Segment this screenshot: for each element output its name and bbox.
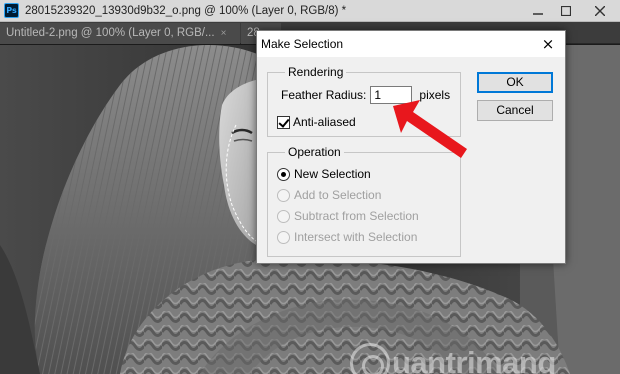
feather-radius-row: Feather Radius: pixels	[281, 86, 450, 104]
radio-label: Intersect with Selection	[294, 230, 418, 244]
watermark-icon	[350, 343, 390, 374]
maximize-icon[interactable]	[552, 0, 580, 21]
radio-subtract-from-selection[interactable]: Subtract from Selection	[277, 209, 419, 223]
dialog-close-icon[interactable]: ×	[539, 35, 557, 53]
radio-button[interactable]	[277, 188, 290, 202]
radio-button[interactable]	[277, 167, 290, 181]
photoshop-window: Ps 28015239320_13930d9b32_o.png @ 100% (…	[0, 0, 620, 374]
feather-radius-label: Feather Radius:	[281, 88, 367, 102]
radio-new-selection[interactable]: New Selection	[277, 167, 371, 181]
radio-label: Subtract from Selection	[294, 209, 419, 223]
feather-unit-label: pixels	[419, 88, 451, 102]
cancel-button[interactable]: Cancel	[477, 100, 553, 121]
radio-label: Add to Selection	[294, 188, 382, 202]
radio-add-to-selection[interactable]: Add to Selection	[277, 188, 381, 202]
radio-intersect-with-selection[interactable]: Intersect with Selection	[277, 230, 417, 244]
radio-button[interactable]	[277, 230, 290, 244]
photoshop-icon: Ps	[4, 3, 19, 18]
anti-aliased-label: Anti-aliased	[293, 115, 356, 129]
tab-close-icon[interactable]: ×	[221, 23, 227, 44]
dialog-title: Make Selection	[261, 37, 344, 51]
window-controls	[524, 0, 620, 21]
feather-radius-input[interactable]	[370, 86, 413, 104]
ok-button[interactable]: OK	[477, 72, 553, 93]
make-selection-dialog: Make Selection × Rendering Feather Radiu…	[256, 30, 566, 264]
title-bar: Ps 28015239320_13930d9b32_o.png @ 100% (…	[0, 0, 620, 22]
radio-label: New Selection	[294, 167, 371, 181]
operation-legend: Operation	[288, 145, 341, 159]
tab-untitled-2[interactable]: Untitled-2.png @ 100% (Layer 0, RGB/... ×	[0, 23, 240, 44]
radio-button[interactable]	[277, 209, 290, 223]
rendering-legend: Rendering	[288, 65, 344, 79]
dialog-title-bar: Make Selection ×	[257, 31, 565, 57]
tab-label: Untitled-2.png @ 100% (Layer 0, RGB/...	[6, 27, 215, 39]
minimize-icon[interactable]	[524, 0, 552, 21]
watermark-logo: uantrimang	[350, 343, 556, 374]
window-title: 28015239320_13930d9b32_o.png @ 100% (Lay…	[25, 4, 347, 17]
anti-aliased-checkbox[interactable]	[277, 115, 290, 129]
watermark-text: uantrimang	[392, 345, 556, 374]
anti-aliased-row[interactable]: Anti-aliased	[277, 115, 356, 129]
close-icon[interactable]	[580, 0, 620, 21]
